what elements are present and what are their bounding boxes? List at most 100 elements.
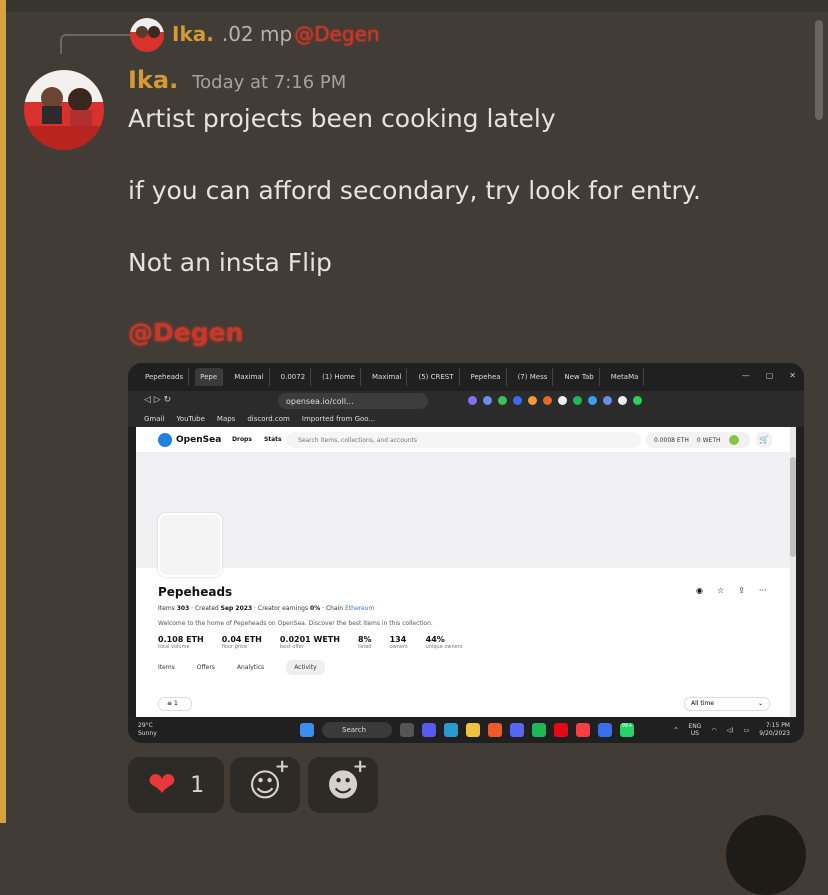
browser-tab[interactable]: New Tab [559,368,600,386]
more-icon[interactable]: ··· [759,586,767,595]
image-attachment[interactable]: Pepeheads Pepe Maximal 0.0072 (1) Home M… [128,363,804,743]
filter-count: 1 [173,700,178,707]
bookmark[interactable]: Imported from Goo... [302,415,375,423]
reply-username[interactable]: Ika. [172,22,214,46]
cart-icon[interactable]: 🛒 [756,432,772,448]
clock[interactable]: 7:15 PM 9/20/2023 [759,722,790,738]
collection-avatar [158,513,222,577]
page-scrollbar[interactable] [790,427,796,717]
clock-time: 7:15 PM [765,722,790,729]
maximize-icon[interactable]: ▢ [766,371,774,380]
start-icon[interactable] [300,723,314,737]
stat-value: 0.0201 WETH [279,635,340,644]
minimize-icon[interactable]: — [742,371,750,380]
discord-icon[interactable] [510,723,524,737]
profile-icon[interactable] [728,435,739,445]
meta-chain[interactable]: Ethereum [345,605,374,612]
user-avatar[interactable] [24,70,104,150]
nav-stats[interactable]: Stats [264,436,282,443]
message-line-2: if you can afford secondary, try look fo… [128,176,701,205]
opensea-search[interactable]: Search items, collections, and accounts [286,432,641,448]
collection-banner [136,453,796,568]
super-reaction-icon: ☻ + [326,756,368,804]
music-icon[interactable] [576,723,590,737]
time-range-select[interactable]: All time ⌄ [684,697,770,711]
battery-icon[interactable]: ▭ [744,727,750,734]
taskbar-search[interactable]: Search [322,722,392,738]
browser-tab[interactable]: Pepeheads [140,368,190,386]
bookmark[interactable]: Gmail [144,415,164,423]
reply-preview[interactable]: Ika. .02 mp @Degen [172,22,380,46]
tab-activity[interactable]: Activity [286,660,325,675]
browser-tabs: Pepeheads Pepe Maximal 0.0072 (1) Home M… [128,363,804,391]
language-indicator[interactable]: ENG US [688,723,701,737]
nav-arrows-icon[interactable]: ◁ ▷ ↻ [144,395,171,405]
bookmark[interactable]: Maps [217,415,235,423]
browser-tab[interactable]: (5) CREST [413,368,460,386]
meta-earnings-label: Creator earnings [257,605,309,612]
teams-icon[interactable] [422,723,436,737]
username[interactable]: Ika. [128,66,178,94]
timestamp[interactable]: Today at 7:16 PM [192,72,346,93]
bookmarks-bar: Gmail YouTube Maps discord.com Imported … [128,411,804,427]
stat-offer: 0.0201 WETH best offer [280,635,340,650]
tab-analytics[interactable]: Analytics [237,664,264,675]
volume-icon[interactable]: ◁) [727,727,734,734]
address-bar-row: ◁ ▷ ↻ opensea.io/coll... [128,391,804,411]
browser-tab[interactable]: MetaMa [606,368,645,386]
wallet-balance[interactable]: 0.0008 ETH 0 WETH [646,432,750,448]
message-mention[interactable]: @Degen [128,318,243,347]
browser-tab-active[interactable]: Pepe [195,368,224,386]
filter-button[interactable]: ≡ 1 [158,697,192,711]
add-reaction-icon: ☺ + [248,756,290,804]
brave-icon[interactable] [488,723,502,737]
close-icon[interactable]: ✕ [789,371,796,380]
meta-items-label: Items [158,605,175,612]
tab-offers[interactable]: Offers [197,664,215,675]
browser-tab[interactable]: 0.0072 [276,368,312,386]
collection-meta: Items 303 · Created Sep 2023 · Creator e… [158,605,375,612]
share-icon[interactable]: ⇪ [738,586,745,595]
browser-tab[interactable]: (7) Mess [513,368,554,386]
reply-avatar[interactable] [130,18,164,52]
weather-widget[interactable]: 29°C Sunny [138,722,157,738]
top-strip [0,0,828,12]
browser-tab[interactable]: Maximal [367,368,408,386]
super-reaction-button[interactable]: ☻ + [308,756,378,813]
explorer-icon[interactable] [466,723,480,737]
stat-value: 0.108 ETH [158,635,204,644]
taskbar-apps: Search 99+ [300,722,634,738]
netflix-icon[interactable] [554,723,568,737]
url-field[interactable]: opensea.io/coll... [278,393,428,409]
reply-text: .02 mp [221,22,293,46]
bookmark[interactable]: discord.com [247,415,290,423]
taskview-icon[interactable] [400,723,414,737]
wifi-icon[interactable]: ◠ [711,727,716,734]
opensea-icon[interactable]: ◉ [696,586,703,595]
browser-tab[interactable]: Pepehea [466,368,507,386]
star-icon[interactable]: ☆ [717,586,724,595]
whatsapp-icon[interactable]: 99+ [620,723,634,737]
chevron-down-icon: ⌄ [757,700,763,707]
opensea-brand[interactable]: OpenSea [176,435,221,445]
browser-tab[interactable]: Maximal [229,368,270,386]
browser-tab[interactable]: (1) Home [317,368,361,386]
opensea-header: OpenSea Drops Stats Search items, collec… [136,427,796,453]
notepad-icon[interactable] [598,723,612,737]
edge-icon[interactable] [444,723,458,737]
scrollbar[interactable] [815,20,823,120]
reply-mention[interactable]: @Degen [294,22,379,46]
reaction-heart[interactable]: ❤ 1 [128,757,224,813]
stat-label: total volume [158,644,190,650]
opensea-logo-icon[interactable] [158,433,172,447]
nav-drops[interactable]: Drops [232,436,252,443]
tray-chevron-icon[interactable]: ^ [673,727,678,734]
stat-value: 44% [425,635,445,644]
spotify-icon[interactable] [532,723,546,737]
meta-created: Sep 2023 [220,605,253,612]
add-reaction-button[interactable]: ☺ + [230,756,300,813]
tab-items[interactable]: Items [158,664,175,675]
stat-label: floor price [221,644,248,650]
stat-listed: 8% listed [358,635,372,650]
bookmark[interactable]: YouTube [176,415,204,423]
